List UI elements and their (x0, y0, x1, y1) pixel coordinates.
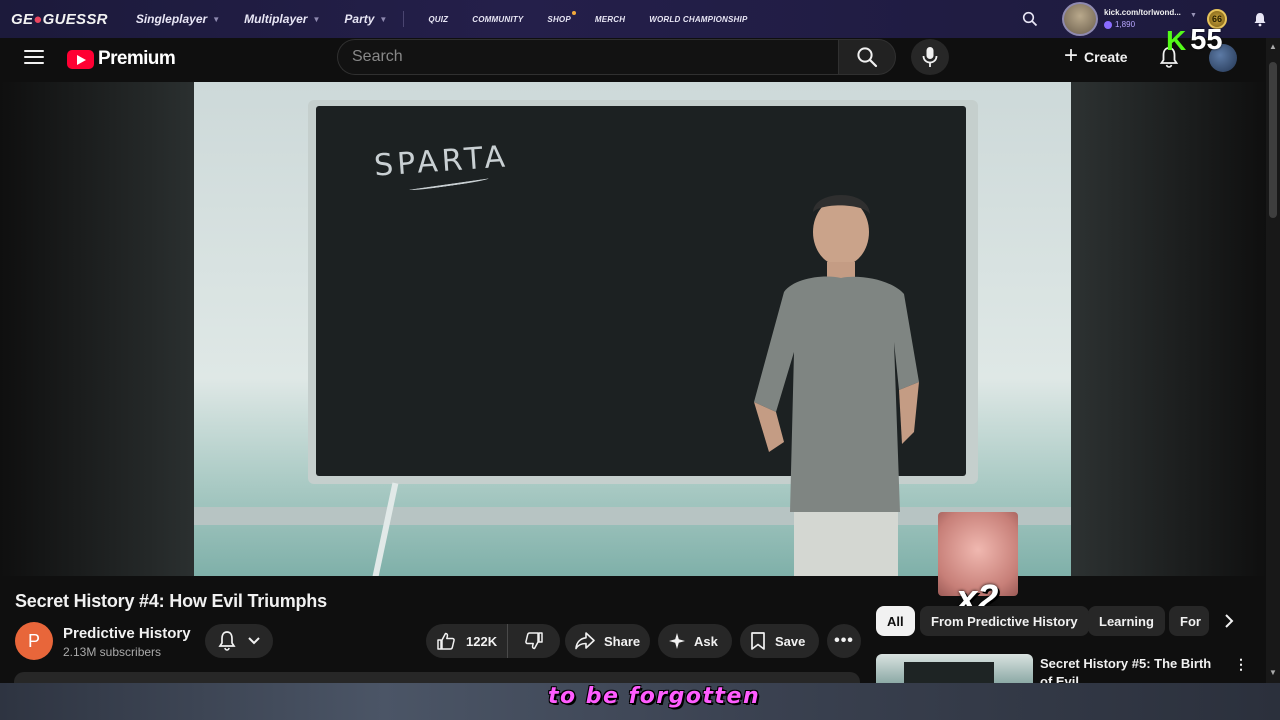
more-vertical-icon[interactable]: ⋮ (1234, 656, 1249, 673)
microphone-icon (922, 47, 938, 67)
like-count: 122K (466, 633, 498, 649)
like-button[interactable]: 122K (426, 624, 508, 658)
video-title: Secret History #4: How Evil Triumphs (15, 591, 327, 611)
search-icon (857, 47, 878, 68)
geoguessr-nav: Singleplayer ▼ Multiplayer ▼ Party ▼ QUIZ C… (136, 10, 748, 27)
like-dislike-group: 122K (426, 624, 560, 658)
nav-party[interactable]: Party ▼ (344, 12, 387, 26)
dislike-button[interactable] (508, 624, 560, 658)
youtube-header: Premium +Create (0, 38, 1280, 82)
nav-merch[interactable]: MERCH (595, 15, 625, 24)
nav-quiz[interactable]: QUIZ (428, 15, 448, 24)
chevron-down-icon[interactable]: ▼ (1190, 12, 1197, 19)
coin-balance: 1,890 (1104, 20, 1135, 29)
thumbs-up-icon (437, 632, 455, 650)
chip-for-you[interactable]: For (1169, 606, 1209, 636)
subscription-notifications-button[interactable] (205, 624, 273, 658)
chevron-down-icon: ▼ (212, 14, 221, 24)
nav-multiplayer[interactable]: Multiplayer ▼ (244, 12, 320, 26)
board-stand (371, 482, 399, 576)
scrollbar-thumb[interactable] (1269, 62, 1277, 218)
save-button[interactable]: Save (740, 624, 819, 658)
nav-community[interactable]: COMMUNITY (472, 15, 523, 24)
nav-divider (403, 11, 405, 27)
search-icon[interactable] (1022, 11, 1038, 27)
create-button[interactable]: + Create (1058, 39, 1140, 75)
recommendation-thumbnail[interactable] (876, 654, 1033, 684)
video-player[interactable]: SPARTA (0, 82, 1266, 576)
nav-singleplayer[interactable]: Singleplayer ▼ (136, 12, 220, 26)
share-icon (575, 632, 595, 650)
scroll-up-icon[interactable]: ▲ (1269, 42, 1277, 51)
search-input[interactable] (337, 39, 838, 75)
share-button[interactable]: Share (565, 624, 650, 658)
search-box (337, 39, 896, 75)
chip-learning[interactable]: Learning (1088, 606, 1165, 636)
geoguessr-logo[interactable]: GE●GUESSR (11, 11, 108, 28)
kick-viewer-count: K 55 (1166, 26, 1223, 55)
channel-name[interactable]: Predictive History (63, 625, 191, 642)
video-frame[interactable]: SPARTA (194, 82, 1071, 576)
stream-caption: to be forgotten (548, 684, 761, 709)
kick-viewers: 55 (1190, 24, 1223, 56)
player-username[interactable]: kick.com/torlwond... (1104, 8, 1181, 17)
subscriber-count: 2.13M subscribers (63, 645, 162, 659)
pin-icon: ● (33, 10, 43, 28)
more-horizontal-icon: ••• (834, 632, 854, 649)
kick-logo: K (1166, 24, 1187, 56)
nav-world-championship[interactable]: WORLD CHAMPIONSHIP (649, 15, 747, 24)
plus-icon: + (1064, 42, 1079, 69)
search-button[interactable] (838, 39, 896, 75)
bell-icon[interactable] (1252, 11, 1268, 27)
screen: GE●GUESSR Singleplayer ▼ Multiplayer ▼ Par… (0, 0, 1280, 720)
youtube-play-icon (67, 49, 94, 69)
channel-avatar[interactable]: P (15, 622, 53, 660)
chevron-right-icon[interactable] (1214, 606, 1244, 636)
chevron-down-icon: ▼ (312, 14, 321, 24)
page-scrollbar[interactable]: ▲ ▼ (1266, 38, 1280, 683)
voice-search-button[interactable] (911, 39, 949, 75)
recommendation-title[interactable]: Secret History #5: The Birth of Evil (1040, 655, 1225, 684)
scroll-down-icon[interactable]: ▼ (1269, 668, 1277, 677)
menu-icon[interactable] (24, 49, 44, 65)
notification-dot (571, 10, 576, 15)
lecturer-figure (754, 195, 919, 576)
chevron-down-icon (248, 637, 260, 645)
coin-icon (1104, 20, 1112, 29)
bookmark-icon (751, 632, 765, 650)
chip-from-channel[interactable]: From Predictive History (920, 606, 1089, 636)
chip-all[interactable]: All (876, 606, 915, 636)
nav-shop[interactable]: SHOP (547, 10, 576, 24)
player-avatar[interactable] (1062, 2, 1098, 36)
geoguessr-bar: GE●GUESSR Singleplayer ▼ Multiplayer ▼ Par… (0, 0, 1280, 38)
sparkle-icon (669, 633, 685, 649)
chevron-down-icon: ▼ (379, 14, 388, 24)
thumbs-down-icon (525, 632, 543, 650)
bell-icon (218, 631, 236, 651)
ask-button[interactable]: Ask (658, 624, 732, 658)
more-actions-button[interactable]: ••• (827, 624, 861, 658)
youtube-premium-logo[interactable]: Premium (67, 48, 176, 70)
